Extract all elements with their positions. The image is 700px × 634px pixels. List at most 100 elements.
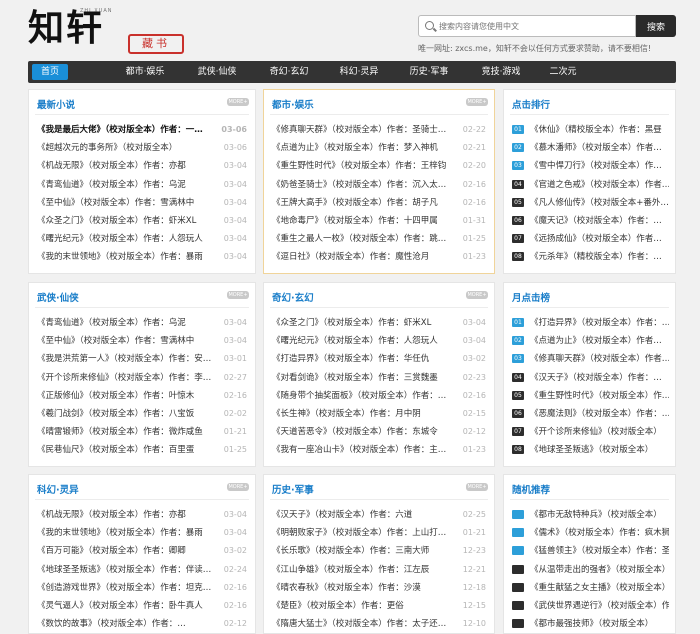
- book-title-link[interactable]: 《慕木潘师》（校对版全本）作者…: [530, 143, 662, 153]
- list-item[interactable]: 《曙光纪元》（校对版全本）作者：人怨玩人 03-04: [272, 332, 488, 350]
- book-title-link[interactable]: 《打造异界》（校对版全本）作者：…: [530, 318, 669, 328]
- book-title-link[interactable]: 《汉天子》（校对版全本）作者：六道: [272, 506, 452, 524]
- book-title-link[interactable]: 《羲门战剑》（校对版全本）作者：八宝饭: [37, 405, 217, 423]
- book-title-link[interactable]: 《开个诊所来修仙》（校对版全本）: [530, 427, 662, 437]
- book-title-link[interactable]: 《众圣之门》（校对版全本）作者：虾米XL: [37, 212, 217, 230]
- book-title-link[interactable]: 《都市无敌特种兵》（校对版全本）: [530, 510, 662, 520]
- list-item[interactable]: 《随身带个抽奖面板》（校对版全本）作者：… 02-16: [272, 387, 488, 405]
- list-item[interactable]: 《数饮的故事》（校对版全本）作者：… 02-12: [37, 615, 249, 633]
- book-title-link[interactable]: 《修真聊天群》（校对版全本）作者：圣骑士…: [272, 121, 452, 139]
- book-title-link[interactable]: 《都市最强技师》（校对版全本）: [530, 619, 653, 629]
- list-item[interactable]: 《重生之最人一枚》（校对版全本）作者：跳… 01-25: [272, 230, 488, 248]
- book-title-link[interactable]: 《我的末世领地》（校对版全本）作者：暴雨: [37, 248, 217, 266]
- list-item[interactable]: 《羲门战剑》（校对版全本）作者：八宝饭 02-02: [37, 405, 249, 423]
- list-item[interactable]: 04 《汉天子》（校对版全本）作者：…: [512, 369, 669, 387]
- book-title-link[interactable]: 《地命毒尸》（校对版全本）作者：十四甲属: [272, 212, 452, 230]
- list-item[interactable]: 《机战无限》（校对版全本）作者：亦都 03-04: [37, 506, 249, 524]
- book-title-link[interactable]: 《远扬成仙》（校对版全本）作者…: [530, 234, 662, 244]
- book-title-link[interactable]: 《至中仙》（校对版全本）作者：雪满林中: [37, 194, 217, 212]
- book-title-link[interactable]: 《王牌大高手》（校对版全本）作者：胡子凡: [272, 194, 452, 212]
- book-title-link[interactable]: 《隋唐大猛士》（校对版全本）作者：太子还…: [272, 615, 452, 633]
- book-title-link[interactable]: 《重生野性时代》（校对版全本）作者：王梓钧: [272, 157, 452, 175]
- nav-item-6[interactable]: 历史·军事: [404, 61, 454, 83]
- book-title-link[interactable]: 《逗日社》（校对版全本）作者：魔性沧月: [272, 248, 452, 266]
- list-item[interactable]: 《武侠世界遇逆行》（校对版全本）作: [512, 597, 669, 615]
- book-title-link[interactable]: 《雪中悍刀行》（校对版全本）作…: [530, 161, 662, 171]
- nav-item-2[interactable]: 都市·娱乐: [120, 61, 170, 83]
- list-item[interactable]: 《修真聊天群》（校对版全本）作者：圣骑士… 02-22: [272, 121, 488, 139]
- box-title[interactable]: 随机推荐: [512, 482, 550, 496]
- list-item[interactable]: 《汉天子》（校对版全本）作者：六道 02-25: [272, 506, 488, 524]
- list-item[interactable]: 《创造游戏世界》（校对版全本）作者：坦克… 02-16: [37, 579, 249, 597]
- box-title[interactable]: 武侠·仙侠: [37, 290, 79, 304]
- list-item[interactable]: 《青鸾仙道》（校对版全本）作者：乌泥 03-04: [37, 314, 249, 332]
- list-item[interactable]: 《超越次元的事务所》（校对版全本） 03-06: [37, 139, 249, 157]
- book-title-link[interactable]: 《天道苦恶令》（校对版全本）作者：东城令: [272, 423, 452, 441]
- list-item[interactable]: 《重生野性时代》（校对版全本）作者：王梓钧 02-20: [272, 157, 488, 175]
- book-title-link[interactable]: 《元杀年》（精校版全本）作者：…: [530, 252, 662, 262]
- book-title-link[interactable]: 《我有一座冶山卡》（校对版全本）作者：主…: [272, 441, 452, 459]
- book-title-link[interactable]: 《重生之最人一枚》（校对版全本）作者：跳…: [272, 230, 452, 248]
- list-item[interactable]: 《我是洪荒第一人》（校对版全本）作者：安… 03-01: [37, 350, 249, 368]
- book-title-link[interactable]: 《汉天子》（校对版全本）作者：…: [530, 373, 662, 383]
- list-item[interactable]: 《地球圣圣叛逃》（校对版全本）作者：伴读… 02-24: [37, 561, 249, 579]
- more-button[interactable]: MORE+: [227, 291, 249, 299]
- list-item[interactable]: 《猛兽领主》（校对版全本）作者：圣: [512, 542, 669, 560]
- list-item[interactable]: 《儒术》（校对版全本）作者：疯木狮: [512, 524, 669, 542]
- book-title-link[interactable]: 《武侠世界遇逆行》（校对版全本）作: [530, 601, 669, 611]
- list-item[interactable]: 《江山争雄》（校对版全本）作者：江左辰 12-21: [272, 561, 488, 579]
- list-item[interactable]: 01 《休仙》（精校版全本）作者：黑昼: [512, 121, 669, 139]
- book-title-link[interactable]: 《青鸾仙道》（校对版全本）作者：乌泥: [37, 314, 217, 332]
- list-item[interactable]: 03 《雪中悍刀行》（校对版全本）作…: [512, 157, 669, 175]
- box-title[interactable]: 最新小说: [37, 97, 75, 111]
- list-item[interactable]: 《晴农春秋》（校对版全本）作者：沙漠 12-18: [272, 579, 488, 597]
- list-item[interactable]: 《青鸾仙道》（校对版全本）作者：乌泥 03-04: [37, 176, 249, 194]
- book-title-link[interactable]: 《明朝败家子》（校对版全本）作者：上山打…: [272, 524, 452, 542]
- list-item[interactable]: 《正版修仙》（校对版全本）作者：叶惊木 02-16: [37, 387, 249, 405]
- book-title-link[interactable]: 《至中仙》（校对版全本）作者：雪满林中: [37, 332, 217, 350]
- list-item[interactable]: 03 《修真聊天群》（校对版全本）作者…: [512, 350, 669, 368]
- book-title-link[interactable]: 《我是最后大佬》（校对版全本）作者：一…: [37, 121, 217, 139]
- list-item[interactable]: 《都市无敌特种兵》（校对版全本）: [512, 506, 669, 524]
- list-item[interactable]: 08 《元杀年》（精校版全本）作者：…: [512, 248, 669, 266]
- book-title-link[interactable]: 《打造异界》（校对版全本）作者：华任仇: [272, 350, 452, 368]
- book-title-link[interactable]: 《我是洪荒第一人》（校对版全本）作者：安…: [37, 350, 217, 368]
- book-title-link[interactable]: 《灵气逼人》（校对版全本）作者：卧牛真人: [37, 597, 217, 615]
- nav-item-4[interactable]: 奇幻·玄幻: [264, 61, 314, 83]
- box-title[interactable]: 历史·军事: [272, 482, 314, 496]
- list-item[interactable]: 《长乐歌》（校对版全本）作者：三南大师 12-23: [272, 542, 488, 560]
- book-title-link[interactable]: 《众圣之门》（校对版全本）作者：虾米XL: [272, 314, 452, 332]
- list-item[interactable]: 07 《开个诊所来修仙》（校对版全本）: [512, 423, 669, 441]
- list-item[interactable]: 《明朝败家子》（校对版全本）作者：上山打… 01-21: [272, 524, 488, 542]
- list-item[interactable]: 《百万可能》（校对版全本）作者：卿卿 03-02: [37, 542, 249, 560]
- more-button[interactable]: MORE+: [466, 98, 488, 106]
- book-title-link[interactable]: 《地球圣圣叛逃》（校对版全本）作者：伴读…: [37, 561, 217, 579]
- list-item[interactable]: 《重生献猛之女主播》（校对版全本）: [512, 579, 669, 597]
- list-item[interactable]: 《打造异界》（校对版全本）作者：华任仇 03-02: [272, 350, 488, 368]
- list-item[interactable]: 《王牌大高手》（校对版全本）作者：胡子凡 02-16: [272, 194, 488, 212]
- list-item[interactable]: 08 《地球圣圣叛逃》（校对版全本）: [512, 441, 669, 459]
- list-item[interactable]: 《都市最强技师》（校对版全本）: [512, 615, 669, 633]
- list-item[interactable]: 06 《恶魔法则》（校对版全本）作者：…: [512, 405, 669, 423]
- book-title-link[interactable]: 《超越次元的事务所》（校对版全本）: [37, 139, 217, 157]
- book-title-link[interactable]: 《重生野性时代》（校对版全本）作…: [530, 391, 669, 401]
- more-button[interactable]: MORE+: [466, 291, 488, 299]
- search-button[interactable]: 搜索: [636, 15, 676, 37]
- site-logo[interactable]: ZHI XUAN 知轩 藏书: [28, 6, 184, 56]
- list-item[interactable]: 02 《点道为止》（校对版全本）作者…: [512, 332, 669, 350]
- list-item[interactable]: 《逗日社》（校对版全本）作者：魔性沧月 01-23: [272, 248, 488, 266]
- list-item[interactable]: 《从温带走出的强者》（校对版全本）: [512, 561, 669, 579]
- list-item[interactable]: 《长生神》（校对版全本）作者：月中阴 02-15: [272, 405, 488, 423]
- box-title[interactable]: 科幻·灵异: [37, 482, 79, 496]
- list-item[interactable]: 05 《凡人修仙传》（校对版全本+番外…: [512, 194, 669, 212]
- book-title-link[interactable]: 《对看剑诡》（校对版全本）作者：三赏魏墨: [272, 369, 452, 387]
- book-title-link[interactable]: 《修真聊天群》（校对版全本）作者…: [530, 354, 669, 364]
- book-title-link[interactable]: 《百万可能》（校对版全本）作者：卿卿: [37, 542, 217, 560]
- book-title-link[interactable]: 《晴农春秋》（校对版全本）作者：沙漠: [272, 579, 452, 597]
- list-item[interactable]: 《隋唐大猛士》（校对版全本）作者：太子还… 12-10: [272, 615, 488, 633]
- list-item[interactable]: 05 《重生野性时代》（校对版全本）作…: [512, 387, 669, 405]
- book-title-link[interactable]: 《曙光纪元》（校对版全本）作者：人怨玩人: [37, 230, 217, 248]
- book-title-link[interactable]: 《创造游戏世界》（校对版全本）作者：坦克…: [37, 579, 217, 597]
- book-title-link[interactable]: 《楚臣》（校对版全本）作者：更俗: [272, 597, 452, 615]
- book-title-link[interactable]: 《机战无限》（校对版全本）作者：亦都: [37, 506, 217, 524]
